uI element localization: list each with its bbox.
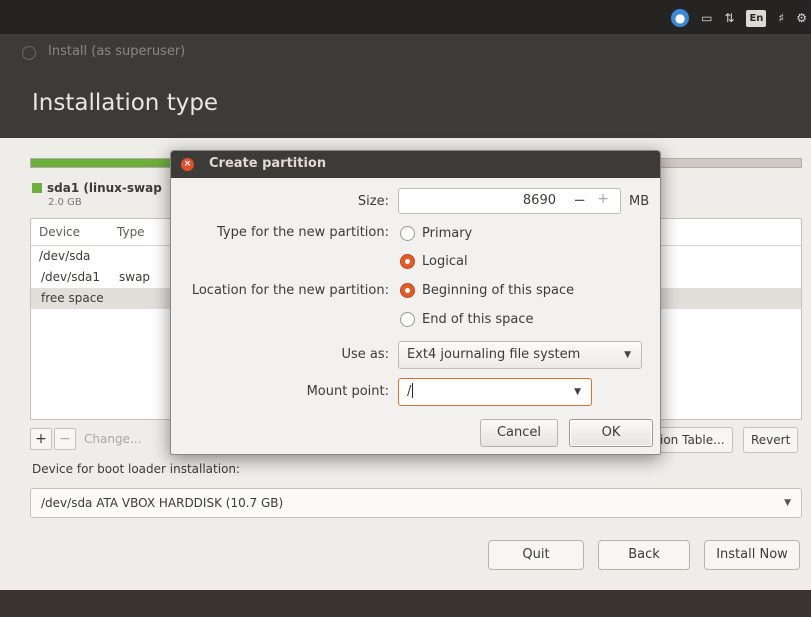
chevron-down-icon: ▼ bbox=[624, 350, 631, 360]
change-partition-button[interactable]: Change... bbox=[84, 432, 141, 446]
table-toolbar: + − Change... bbox=[30, 428, 141, 450]
legend-name: sda1 (linux-swap bbox=[47, 181, 162, 195]
radio-end[interactable]: End of this space bbox=[400, 312, 534, 327]
radio-end-dot[interactable] bbox=[400, 312, 415, 327]
chevron-down-icon[interactable]: ▼ bbox=[574, 379, 581, 405]
window-title: Install (as superuser) bbox=[48, 44, 186, 59]
row-device: /dev/sda1 bbox=[41, 270, 101, 284]
quit-button[interactable]: Quit bbox=[488, 540, 584, 570]
power-gear-icon[interactable]: ⚙ bbox=[796, 10, 807, 27]
dialog-title: Create partition bbox=[209, 156, 327, 171]
row-device: free space bbox=[41, 291, 104, 305]
create-partition-dialog: × Create partition Size: 8690 − + MB Typ… bbox=[170, 150, 661, 455]
radio-primary-label: Primary bbox=[422, 226, 473, 241]
use-as-label: Use as: bbox=[341, 347, 389, 362]
use-as-value: Ext4 journaling file system bbox=[407, 347, 581, 362]
radio-beginning-dot[interactable] bbox=[400, 283, 415, 298]
top-panel: ● ▭ ⇅ En ♯ ⚙ bbox=[0, 0, 811, 34]
cancel-button[interactable]: Cancel bbox=[480, 419, 558, 447]
back-button[interactable]: Back bbox=[598, 540, 690, 570]
mount-point-label: Mount point: bbox=[306, 384, 389, 399]
radio-beginning[interactable]: Beginning of this space bbox=[400, 283, 574, 298]
dialog-close-icon[interactable]: × bbox=[181, 158, 194, 171]
network-icon[interactable]: ⇅ bbox=[724, 10, 734, 27]
size-value[interactable]: 8690 bbox=[523, 193, 556, 208]
boot-loader-select[interactable]: /dev/sda ATA VBOX HARDDISK (10.7 GB) ▼ bbox=[30, 488, 802, 518]
dialog-titlebar: × Create partition bbox=[171, 151, 660, 178]
size-unit: MB bbox=[629, 194, 650, 209]
column-type[interactable]: Type bbox=[117, 225, 145, 239]
battery-icon[interactable]: ▭ bbox=[701, 10, 712, 27]
radio-primary-dot[interactable] bbox=[400, 226, 415, 241]
ok-button[interactable]: OK bbox=[569, 419, 653, 447]
column-device[interactable]: Device bbox=[31, 225, 117, 239]
boot-loader-value: /dev/sda ATA VBOX HARDDISK (10.7 GB) bbox=[41, 496, 284, 510]
size-label: Size: bbox=[357, 194, 389, 209]
page-title: Installation type bbox=[32, 90, 219, 116]
size-spinbox[interactable]: 8690 − + bbox=[398, 188, 621, 214]
new-partition-table-button[interactable]: ion Table... bbox=[652, 427, 733, 453]
desktop-wallpaper-strip bbox=[0, 590, 811, 617]
system-tray: ● ▭ ⇅ En ♯ ⚙ bbox=[671, 9, 811, 27]
size-decrement-button[interactable]: − bbox=[573, 191, 586, 209]
mount-point-combo[interactable]: / ▼ bbox=[398, 378, 592, 406]
radio-logical-dot[interactable] bbox=[400, 254, 415, 269]
use-as-select[interactable]: Ext4 journaling file system ▼ bbox=[398, 341, 642, 369]
size-increment-button[interactable]: + bbox=[597, 191, 609, 207]
row-type: swap bbox=[119, 270, 151, 284]
row-device: /dev/sda bbox=[39, 249, 91, 263]
radio-end-label: End of this space bbox=[422, 312, 534, 327]
installer-header: Install (as superuser) Installation type bbox=[0, 34, 811, 138]
text-cursor bbox=[412, 383, 414, 398]
boot-loader-label: Device for boot loader installation: bbox=[32, 462, 241, 476]
window-close-icon[interactable] bbox=[22, 46, 36, 60]
radio-primary[interactable]: Primary bbox=[400, 226, 472, 241]
accessibility-icon[interactable]: ● bbox=[671, 9, 690, 27]
add-partition-button[interactable]: + bbox=[30, 428, 52, 450]
remove-partition-button[interactable]: − bbox=[54, 428, 76, 450]
partition-location-label: Location for the new partition: bbox=[191, 283, 389, 298]
partition-type-label: Type for the new partition: bbox=[216, 225, 389, 240]
radio-logical-label: Logical bbox=[422, 254, 468, 269]
keyboard-layout-icon[interactable]: En bbox=[746, 9, 767, 27]
install-now-button[interactable]: Install Now bbox=[704, 540, 800, 570]
volume-icon[interactable]: ♯ bbox=[778, 10, 784, 27]
legend-size: 2.0 GB bbox=[48, 197, 82, 208]
partition-legend: sda1 (linux-swap 2.0 GB bbox=[32, 181, 162, 208]
radio-logical[interactable]: Logical bbox=[400, 254, 468, 269]
radio-beginning-label: Beginning of this space bbox=[422, 283, 575, 298]
legend-swatch bbox=[32, 183, 42, 193]
chevron-down-icon: ▼ bbox=[784, 498, 791, 508]
revert-button[interactable]: Revert bbox=[743, 427, 799, 453]
mount-point-value[interactable]: / bbox=[407, 384, 411, 399]
partition-bar-swap-segment bbox=[31, 159, 178, 167]
